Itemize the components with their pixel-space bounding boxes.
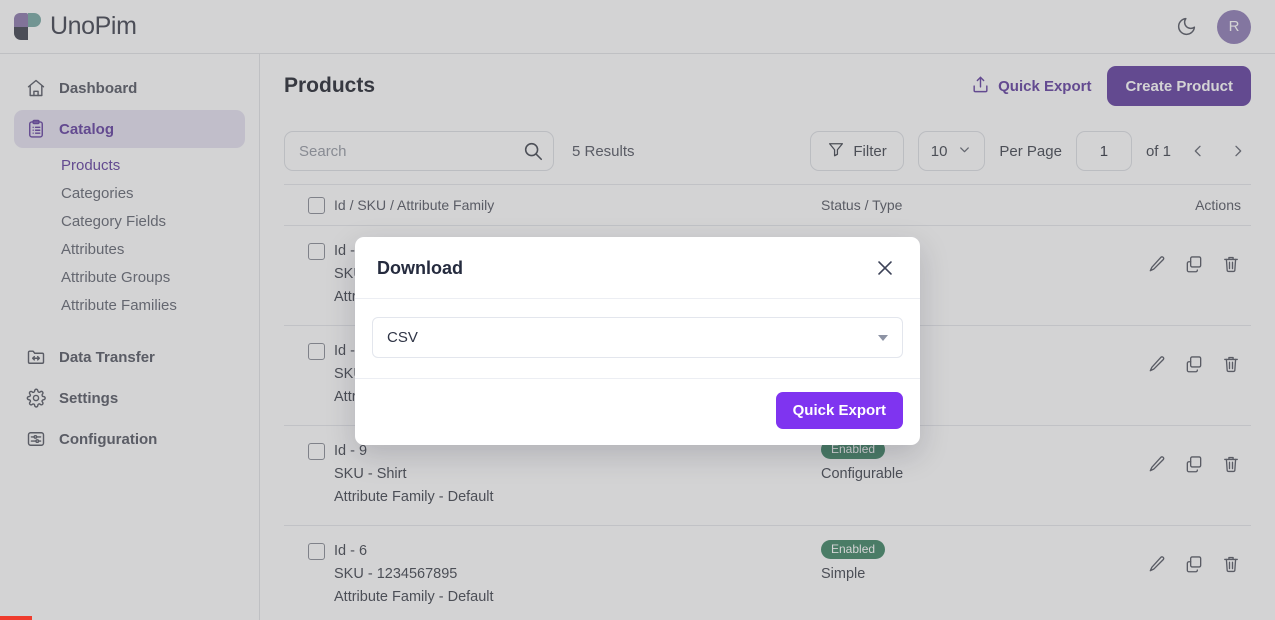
modal-body: CSV [355,299,920,379]
modal-title: Download [377,258,463,279]
download-format-select[interactable]: CSV [372,317,903,358]
modal-quick-export-button[interactable]: Quick Export [776,392,903,429]
close-icon[interactable] [872,255,898,281]
download-modal: Download CSV Quick Export [355,237,920,445]
download-format-value: CSV [387,329,418,346]
modal-footer: Quick Export [355,379,920,445]
bottom-progress-indicator [0,616,32,620]
chevron-down-icon [878,335,888,341]
modal-header: Download [355,237,920,299]
